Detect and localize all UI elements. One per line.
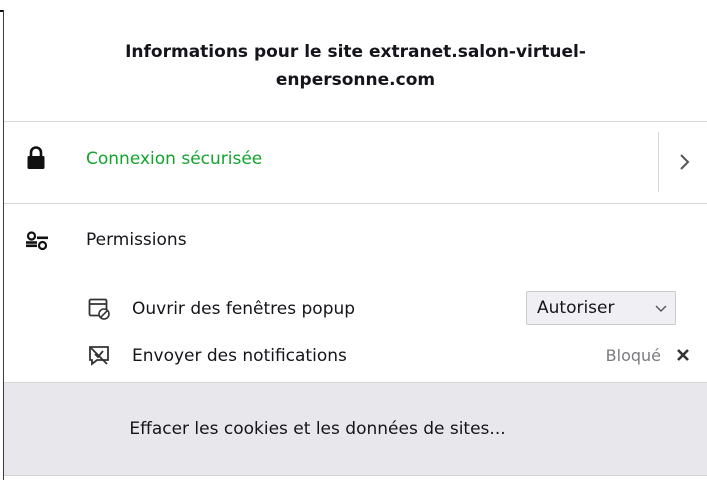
- popup-permission-value: Autoriser: [537, 298, 615, 318]
- permission-label-notifications: Envoyer des notifications: [132, 346, 347, 366]
- panel-header: Informations pour le site extranet.salon…: [4, 10, 707, 122]
- permission-label-popup: Ouvrir des fenêtres popup: [132, 299, 356, 319]
- divider: [658, 132, 659, 192]
- panel-title: Informations pour le site extranet.salon…: [125, 41, 586, 90]
- clear-notifications-permission-button[interactable]: [673, 345, 693, 365]
- chevron-right-icon: [679, 154, 689, 170]
- notifications-blocked-icon: [89, 346, 109, 366]
- permissions-icon: [26, 231, 48, 251]
- connection-security-row[interactable]: Connexion sécurisée: [4, 122, 707, 204]
- clear-cookies-button[interactable]: Effacer les cookies et les données de si…: [4, 382, 707, 476]
- permission-row-notifications: Envoyer des notifications Bloqué: [4, 337, 707, 377]
- connection-details-button[interactable]: [660, 132, 707, 192]
- popup-permission-select[interactable]: Autoriser: [526, 291, 676, 325]
- permission-row-popup: Ouvrir des fenêtres popup Autoriser: [4, 290, 707, 330]
- clear-cookies-label: Effacer les cookies et les données de si…: [129, 419, 506, 439]
- notifications-status: Bloqué: [605, 346, 661, 365]
- popup-window-icon: [88, 298, 110, 320]
- footer-strip: [4, 476, 707, 480]
- connection-status-label: Connexion sécurisée: [86, 149, 263, 169]
- chevron-down-icon: [655, 305, 667, 312]
- site-info-panel: Informations pour le site extranet.salon…: [3, 10, 707, 480]
- permissions-section: Permissions Ouvrir des fenêtres popup Au…: [4, 204, 707, 382]
- lock-icon: [27, 146, 45, 169]
- close-icon: [677, 349, 689, 361]
- permissions-heading: Permissions: [86, 230, 187, 250]
